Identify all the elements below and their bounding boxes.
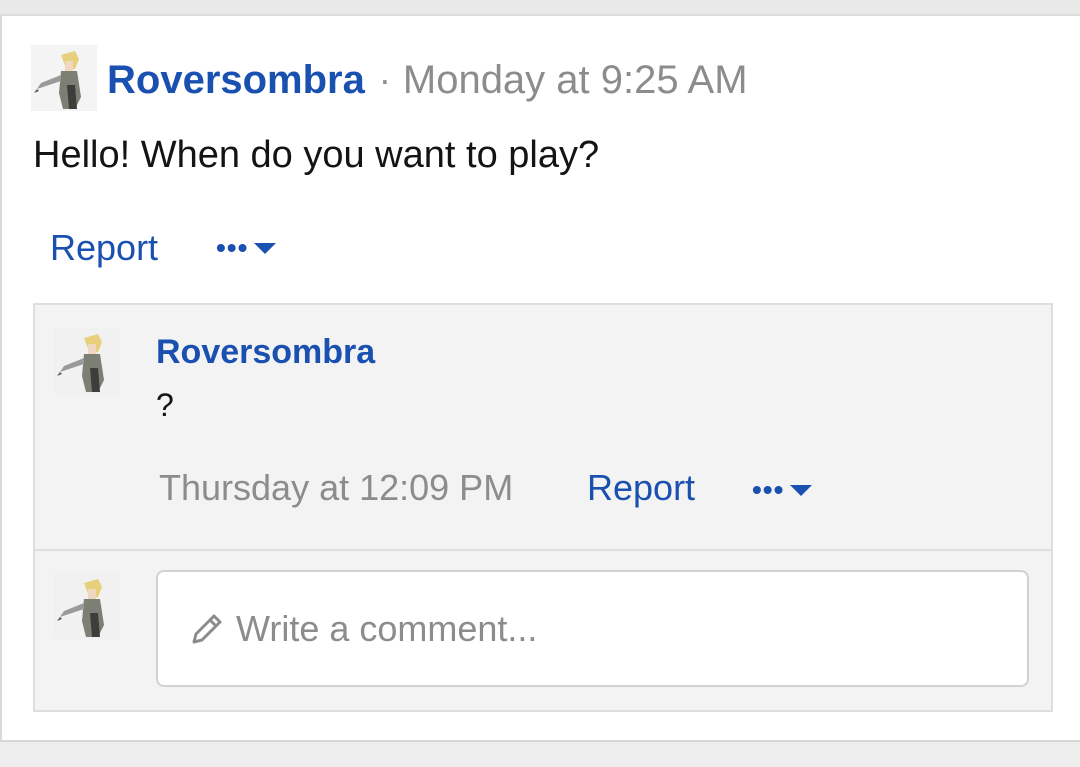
comments-panel: Roversombra ? Thursday at 12:09 PM Repor…: [33, 303, 1053, 712]
composer-avatar: [54, 573, 120, 639]
write-comment-field[interactable]: Write a comment...: [156, 570, 1029, 687]
post-more-menu[interactable]: •••: [216, 232, 277, 263]
comment-more-menu[interactable]: •••: [752, 474, 813, 505]
bottom-divider: [0, 740, 1080, 767]
more-dots-icon: •••: [752, 474, 785, 505]
comment-divider: [35, 549, 1051, 551]
comment-timestamp[interactable]: Thursday at 12:09 PM: [159, 467, 513, 509]
header-separator: ·: [378, 59, 391, 100]
more-dots-icon: •••: [216, 232, 249, 263]
post-report-link[interactable]: Report: [50, 227, 158, 269]
post-author-link[interactable]: Roversombra: [107, 58, 365, 103]
user-avatar[interactable]: [31, 45, 97, 111]
pencil-icon: [192, 614, 222, 643]
top-divider: [0, 0, 1080, 16]
comment-message: ?: [156, 387, 174, 423]
comment-report-link[interactable]: Report: [587, 467, 695, 509]
post-message: Hello! When do you want to play?: [33, 134, 600, 176]
comment-avatar[interactable]: [54, 328, 120, 394]
comment-author-link[interactable]: Roversombra: [156, 333, 375, 372]
comment-placeholder: Write a comment...: [236, 607, 538, 649]
post-header: Roversombra · Monday at 9:25 AM: [107, 52, 748, 108]
chevron-down-icon: [790, 484, 813, 496]
chevron-down-icon: [254, 242, 277, 254]
post-timestamp[interactable]: Monday at 9:25 AM: [403, 58, 748, 103]
left-border: [0, 16, 2, 740]
